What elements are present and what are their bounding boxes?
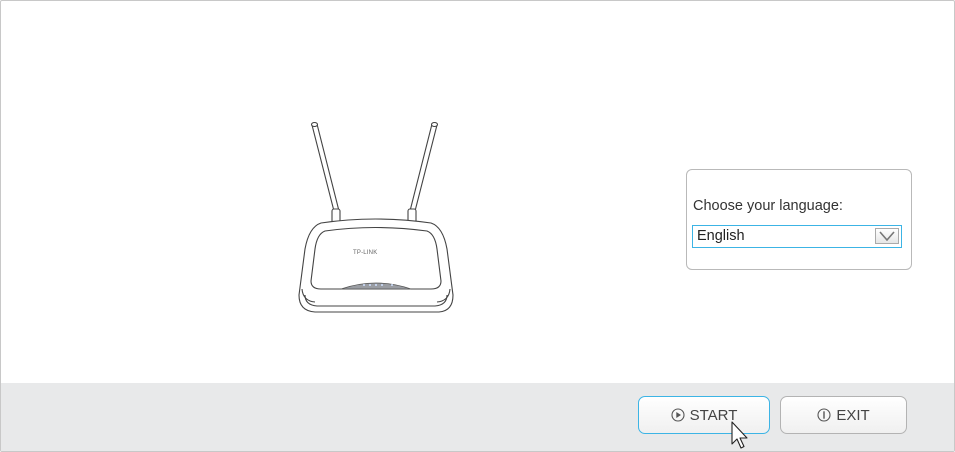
- router-image: TP-LINK: [291, 119, 461, 319]
- play-circle-icon: [671, 408, 685, 422]
- footer-bar: START EXIT: [1, 383, 954, 451]
- brand-label: TP-LINK: [353, 250, 378, 256]
- setup-window: TP-LINK Choose your language: English ST…: [0, 0, 955, 452]
- mouse-cursor-icon: [731, 421, 748, 449]
- exit-label: EXIT: [836, 406, 870, 424]
- language-panel: Choose your language: English: [686, 169, 912, 270]
- language-select[interactable]: English: [692, 225, 902, 248]
- language-label: Choose your language:: [693, 198, 843, 214]
- chevron-down-icon[interactable]: [875, 228, 899, 244]
- start-button[interactable]: START: [638, 396, 770, 434]
- language-selected-value: English: [697, 228, 745, 244]
- exit-button[interactable]: EXIT: [780, 396, 907, 434]
- info-circle-icon: [817, 408, 831, 422]
